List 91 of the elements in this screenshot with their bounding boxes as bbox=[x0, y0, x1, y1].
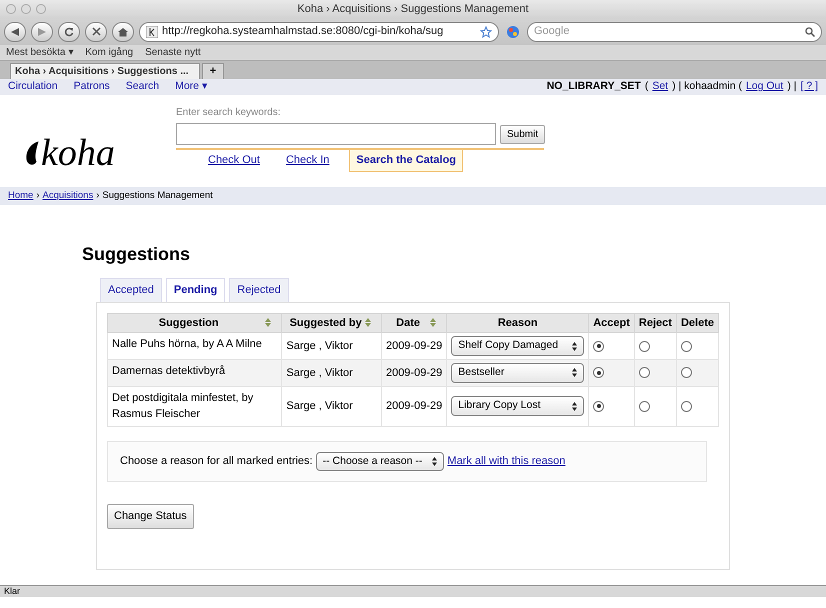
column-header[interactable]: Suggested by bbox=[282, 313, 382, 333]
reload-icon bbox=[64, 26, 74, 36]
address-field[interactable]: http://regkoha.systeamhalmstad.se:8080/cgi-bin/koha/sug bbox=[139, 22, 499, 42]
breadcrumb-current: Suggestions Management bbox=[102, 189, 213, 203]
forward-icon bbox=[38, 28, 46, 36]
nav-link[interactable]: Patrons bbox=[74, 79, 110, 95]
search-tab[interactable]: Check In bbox=[280, 150, 336, 172]
page-heading: Suggestions bbox=[82, 243, 192, 266]
reason-select[interactable]: Library Copy Lost bbox=[451, 396, 584, 416]
radio-button[interactable] bbox=[680, 340, 692, 352]
search-label: Enter search keywords: bbox=[176, 106, 282, 120]
status-bar: Klar bbox=[0, 585, 826, 597]
mark-all-label: Choose a reason for all marked entries: bbox=[120, 454, 313, 470]
table-cell: 2009-09-29 bbox=[381, 359, 447, 386]
new-tab-button[interactable]: + bbox=[202, 63, 224, 79]
table-cell: Sarge , Viktor bbox=[282, 386, 382, 426]
back-button[interactable] bbox=[4, 22, 26, 42]
table-cell: Damernas detektivbyrå bbox=[108, 359, 282, 386]
table-cell: Nalle Puhs hörna, by A A Milne bbox=[108, 332, 282, 360]
back-icon bbox=[11, 28, 19, 36]
library-name: NO_LIBRARY_SET bbox=[546, 79, 641, 94]
header-link[interactable]: Set bbox=[652, 79, 668, 95]
favicon-icon bbox=[146, 26, 158, 38]
browser-tab[interactable]: Koha › Acquisitions › Suggestions ... bbox=[10, 63, 200, 79]
header-link[interactable]: Log Out bbox=[746, 79, 784, 95]
column-header[interactable]: Date bbox=[381, 313, 447, 333]
breadcrumb-link[interactable]: Home bbox=[8, 187, 34, 205]
header-text: ) | kohaadmin ( bbox=[672, 79, 742, 94]
nav-link[interactable]: Circulation bbox=[8, 79, 58, 95]
search-field[interactable] bbox=[176, 123, 496, 145]
mark-all-link[interactable]: Mark all with this reason bbox=[447, 453, 566, 470]
header-text: ) | bbox=[787, 79, 796, 94]
radio-button[interactable] bbox=[680, 400, 692, 412]
radio-button[interactable] bbox=[638, 367, 650, 378]
column-header[interactable]: Suggestion bbox=[108, 313, 282, 333]
column-header: Reject bbox=[634, 313, 676, 333]
tab[interactable]: Rejected bbox=[229, 278, 289, 302]
window-title: Koha › Acquisitions › Suggestions Management bbox=[297, 3, 529, 15]
close-icon bbox=[92, 27, 100, 36]
radio-button[interactable] bbox=[680, 367, 692, 378]
url-text: http://regkoha.systeamhalmstad.se:8080/cgi-bin/koha/sug bbox=[162, 24, 444, 40]
sort-icon[interactable] bbox=[430, 318, 436, 327]
bookmark-item[interactable]: Kom igång bbox=[85, 45, 134, 60]
tab[interactable]: Accepted bbox=[100, 278, 162, 302]
reason-select[interactable]: Bestseller bbox=[451, 362, 584, 383]
breadcrumb-separator: › bbox=[36, 189, 40, 203]
radio-button[interactable] bbox=[638, 400, 650, 412]
submit-button[interactable]: Submit bbox=[500, 124, 546, 144]
reason-select[interactable]: -- Choose a reason -- bbox=[316, 452, 444, 472]
column-header: Reason bbox=[446, 313, 589, 333]
home-icon bbox=[118, 26, 128, 36]
logo-text: koha bbox=[41, 133, 115, 173]
table-cell: Sarge , Viktor bbox=[282, 332, 382, 360]
nav-link[interactable]: More ▾ bbox=[175, 79, 208, 95]
google-icon[interactable] bbox=[504, 24, 522, 40]
table-cell: Sarge , Viktor bbox=[282, 359, 382, 386]
updown-icon bbox=[572, 402, 578, 411]
home-button[interactable] bbox=[112, 22, 134, 42]
sort-icon[interactable] bbox=[364, 318, 371, 327]
column-header: Delete bbox=[676, 313, 718, 333]
column-header: Accept bbox=[588, 313, 634, 333]
breadcrumb-link[interactable]: Acquisitions bbox=[42, 187, 94, 205]
search-tab[interactable]: Check Out bbox=[202, 150, 266, 172]
updown-icon bbox=[432, 457, 438, 466]
sort-icon[interactable] bbox=[265, 318, 272, 327]
bookmark-item[interactable]: Senaste nytt bbox=[145, 45, 201, 60]
radio-button[interactable] bbox=[593, 400, 604, 412]
header-text: ( bbox=[644, 79, 648, 94]
search-tab[interactable]: Search the Catalog bbox=[349, 150, 464, 172]
change-status-button[interactable]: Change Status bbox=[107, 504, 194, 529]
breadcrumb-separator: › bbox=[96, 189, 100, 203]
reason-select[interactable]: Shelf Copy Damaged bbox=[451, 336, 584, 356]
search-icon bbox=[805, 26, 815, 36]
stop-button[interactable] bbox=[85, 22, 107, 42]
radio-button[interactable] bbox=[593, 367, 604, 378]
bookmark-item[interactable]: Mest besökta ▾ bbox=[6, 45, 74, 60]
reload-button[interactable] bbox=[58, 22, 80, 42]
radio-button[interactable] bbox=[593, 340, 604, 352]
table-cell: 2009-09-29 bbox=[381, 332, 447, 360]
tab[interactable]: Pending bbox=[166, 278, 226, 302]
forward-button[interactable] bbox=[31, 22, 53, 42]
radio-button[interactable] bbox=[638, 340, 650, 352]
table-cell: 2009-09-29 bbox=[381, 386, 447, 426]
table-cell: Det postdigitala minfestet, by Rasmus Fleischer bbox=[108, 386, 282, 426]
logo-icon bbox=[26, 140, 39, 166]
updown-icon bbox=[572, 368, 578, 378]
nav-link[interactable]: Search bbox=[126, 79, 160, 95]
star-icon[interactable] bbox=[480, 26, 492, 38]
search-placeholder: Google bbox=[534, 24, 570, 40]
header-link[interactable]: [ ? ] bbox=[800, 79, 818, 95]
updown-icon bbox=[572, 342, 578, 351]
